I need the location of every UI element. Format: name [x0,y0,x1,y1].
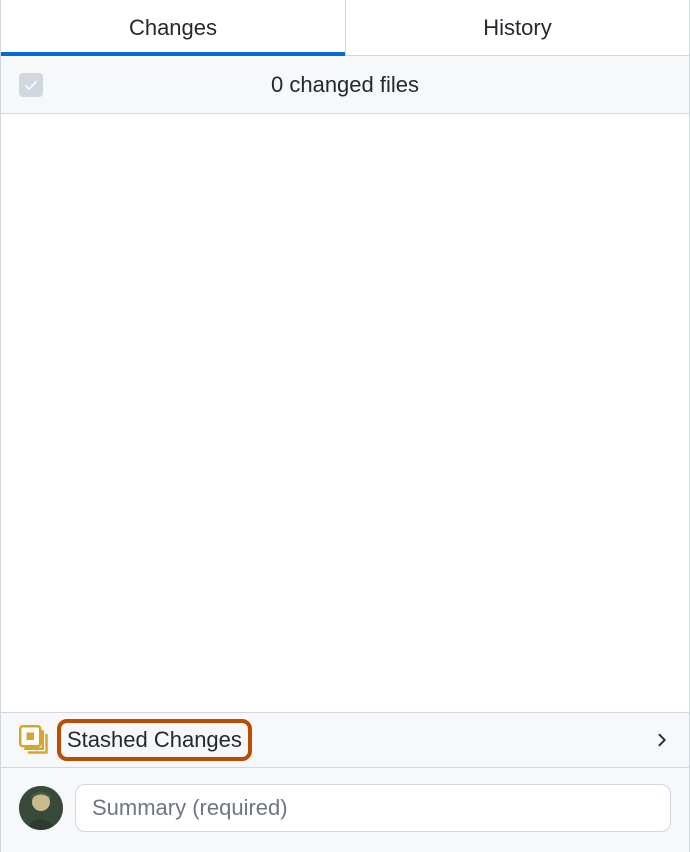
changes-header: 0 changed files [1,56,689,114]
tab-history-label: History [483,15,551,41]
avatar[interactable] [19,786,63,830]
avatar-image [19,786,63,830]
commit-summary-input[interactable] [75,784,671,832]
tab-changes-label: Changes [129,15,217,41]
stash-icon [19,725,49,755]
stashed-changes-row[interactable]: Stashed Changes [1,712,689,768]
tab-history[interactable]: History [345,0,689,55]
chevron-right-icon [651,730,671,750]
checkmark-icon [23,77,39,93]
tab-bar: Changes History [1,0,689,56]
stashed-changes-label: Stashed Changes [57,719,252,761]
select-all-checkbox[interactable] [19,73,43,97]
changes-panel: Changes History 0 changed files Stashed … [0,0,690,852]
commit-footer [1,768,689,852]
changed-files-count: 0 changed files [1,72,689,98]
file-list [1,114,689,712]
tab-changes[interactable]: Changes [1,0,345,55]
